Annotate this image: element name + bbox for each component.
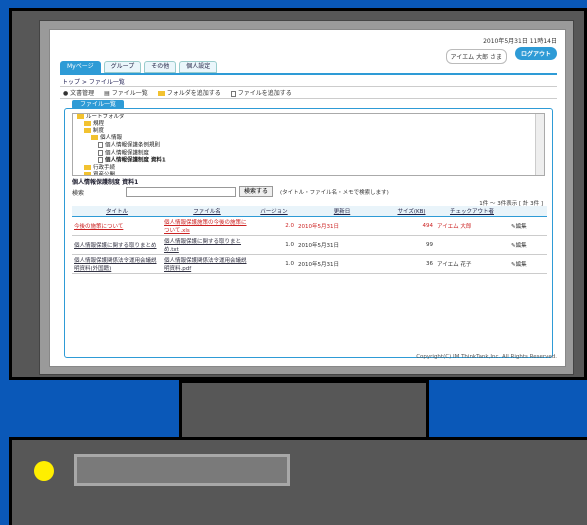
tree-node[interactable]: 個人情報: [73, 135, 544, 142]
add-folder-link[interactable]: フォルダを追加する: [157, 88, 221, 97]
folder-icon: [84, 164, 91, 170]
col-checkout[interactable]: チェックアウト者: [435, 206, 509, 217]
folder-icon: [84, 121, 91, 126]
col-title[interactable]: タイトル: [72, 206, 162, 217]
file-icon: [98, 149, 103, 156]
row-size: 99: [426, 242, 433, 248]
row-edit-button[interactable]: 編集: [516, 243, 527, 249]
row-title-link[interactable]: 個人情報保護関係法令運用会議説明資料(外国籍): [74, 258, 157, 272]
logout-button[interactable]: ログアウト: [514, 47, 557, 60]
col-version[interactable]: バージョン: [252, 206, 296, 217]
row-version: 2.0: [285, 223, 294, 229]
row-size: 494: [422, 223, 434, 229]
tree-node-label: 資産公開: [93, 171, 116, 176]
row-file-link[interactable]: 個人情報保護関係法令運用会議説明資料.pdf: [164, 258, 247, 272]
computer-base: [9, 437, 587, 525]
row-file-link[interactable]: 個人情報保護に関する取りまとめ.txt: [164, 239, 241, 253]
tab-other[interactable]: その他: [144, 61, 177, 73]
row-title-link[interactable]: 今後の施策について: [74, 224, 123, 230]
header-date: 2010年5月31日 11時14日: [483, 38, 557, 45]
header-user: アイエム 大郎 さま: [445, 49, 507, 64]
table-row: 個人情報保護関係法令運用会議説明資料(外国籍) 個人情報保護関係法令運用会議説明資…: [72, 254, 547, 274]
file-table: タイトル ファイル名 バージョン 更新日 サイズ(KB) チェックアウト者 今後…: [72, 206, 547, 274]
col-filename[interactable]: ファイル名: [162, 206, 252, 217]
tree-node[interactable]: 個人情報保護制度: [73, 149, 544, 158]
table-row: 今後の施策について 個人情報保護施策の今後の施策について.xls 2.0 2010年5…: [72, 216, 547, 236]
folder-tree: ルートフォルダ 規程 制度 個人情報 個人情報保護条例規則 個人情報保護制度 個人情報保護制…: [72, 113, 545, 176]
power-led: [34, 461, 54, 481]
col-updated[interactable]: 更新日: [296, 206, 388, 217]
folder-icon: [84, 171, 91, 175]
main-tabs: Myページ グループ その他 個人設定: [60, 61, 218, 73]
section-title: 個人情報保護制度 資料1: [72, 179, 139, 186]
tree-node-label: ルートフォルダ: [86, 114, 125, 120]
toolbar: ● 文書管理 ▤ ファイル一覧 フォルダを追加する ファイルを追加する: [60, 86, 557, 99]
tree-node[interactable]: 行政手続: [73, 164, 544, 172]
tree-node-label: 個人情報保護制度 資料1: [105, 157, 166, 164]
tree-node-label: 個人情報保護制度: [105, 150, 150, 156]
folder-icon: [157, 91, 165, 96]
row-edit-button[interactable]: 編集: [516, 262, 527, 268]
folder-icon: [77, 114, 84, 119]
row-title-link[interactable]: 個人情報保護に関する取りまとめ: [74, 243, 157, 249]
row-version: 1.0: [285, 242, 294, 248]
search-note: (タイトル・ファイル名・メモで検索します): [280, 190, 389, 196]
tree-node[interactable]: 個人情報保護制度 資料1: [73, 157, 544, 165]
add-file-link[interactable]: ファイルを追加する: [230, 88, 292, 97]
tab-group[interactable]: グループ: [103, 61, 142, 73]
tree-node[interactable]: 規程: [73, 121, 544, 128]
file-icon: [230, 90, 236, 97]
tree-node[interactable]: 制度: [73, 128, 544, 135]
tree-node[interactable]: 資産公開: [73, 171, 544, 176]
tree-scrollbar[interactable]: [535, 114, 544, 175]
tree-node-label: 制度: [93, 128, 105, 134]
copyright: Copyright(C) IM ThinkTank,Inc. All Right…: [416, 354, 557, 360]
monitor-stand: [179, 380, 429, 440]
search-input[interactable]: [126, 187, 236, 197]
folder-icon: [84, 128, 91, 133]
folder-icon: [91, 135, 98, 140]
row-date: 2010年5月31日: [298, 224, 339, 230]
file-icon: [98, 157, 103, 163]
tree-node-label: 規程: [93, 121, 105, 127]
search-label: 検索: [72, 190, 85, 197]
tree-node-label: 個人情報: [100, 135, 123, 141]
row-date: 2010年5月31日: [298, 243, 339, 249]
col-action: [509, 206, 547, 217]
tree-node-label: 個人情報保護条例規則: [105, 142, 161, 149]
row-size: 36: [426, 261, 433, 267]
row-version: 1.0: [285, 261, 294, 267]
row-edit-button[interactable]: 編集: [516, 224, 527, 230]
drive-slot: [74, 454, 290, 486]
breadcrumb[interactable]: トップ > ファイル一覧: [62, 77, 125, 86]
tree-node[interactable]: 個人情報保護条例規則: [73, 142, 544, 150]
row-checkout: アイエム 花子: [437, 262, 472, 268]
table-row: 個人情報保護に関する取りまとめ 個人情報保護に関する取りまとめ.txt 1.0 201…: [72, 235, 547, 255]
doc-manage-title: ● 文書管理: [63, 90, 95, 97]
row-checkout: アイエム 大郎: [437, 224, 472, 230]
row-file-link[interactable]: 個人情報保護施策の今後の施策について.xls: [164, 220, 247, 234]
search-button[interactable]: 検索する: [239, 186, 274, 197]
file-icon: [98, 142, 103, 148]
file-list-link[interactable]: ▤ ファイル一覧: [104, 88, 148, 97]
app-window: 2010年5月31日 11時14日 アイエム 大郎 さま ログアウト Myページ…: [49, 29, 566, 367]
row-date: 2010年5月31日: [298, 262, 339, 268]
monitor-frame: 2010年5月31日 11時14日 アイエム 大郎 さま ログアウト Myページ…: [9, 8, 587, 380]
tab-personal-settings[interactable]: 個人設定: [179, 61, 218, 73]
tree-node[interactable]: ルートフォルダ: [73, 114, 544, 121]
tree-node-label: 行政手続: [93, 164, 116, 171]
monitor-screen: 2010年5月31日 11時14日 アイエム 大郎 さま ログアウト Myページ…: [39, 20, 574, 375]
tab-underline: [60, 73, 557, 75]
col-size[interactable]: サイズ(KB): [388, 206, 435, 217]
tab-mypage[interactable]: Myページ: [60, 61, 101, 73]
